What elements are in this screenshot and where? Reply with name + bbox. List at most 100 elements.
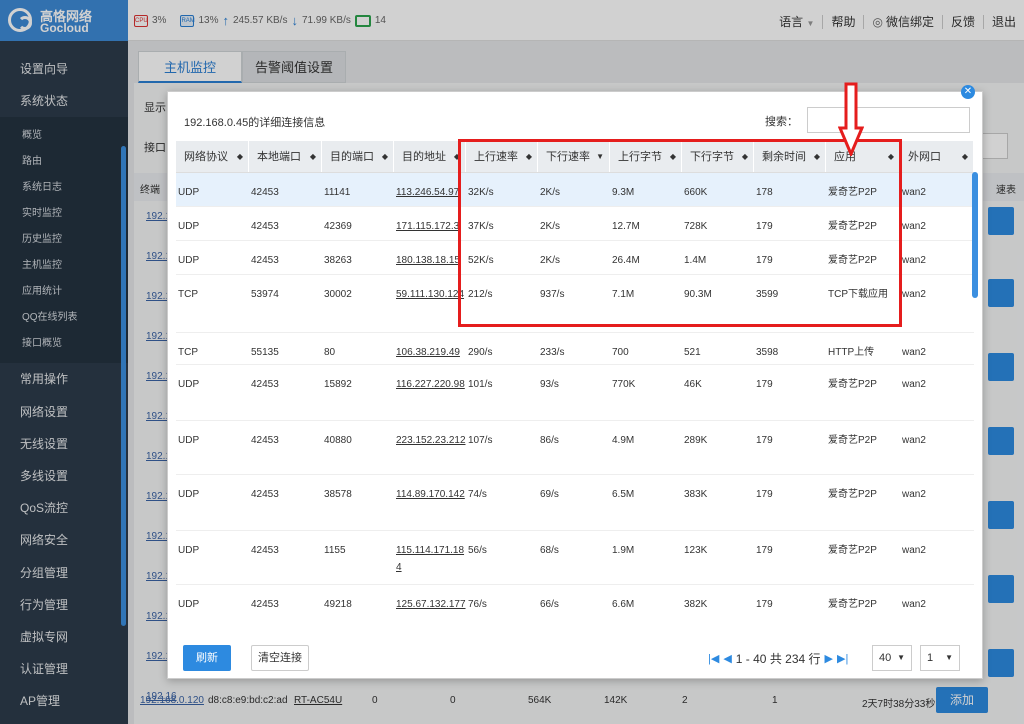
cell-up-bytes: 700	[612, 347, 629, 358]
table-scrollbar[interactable]	[972, 172, 978, 298]
table-row[interactable]: UDP 42453 49218 125.67.132.177 76/s 66/s 6.6M 3…	[176, 585, 974, 635]
cell-wan: wan2	[902, 289, 926, 300]
cell-dest-addr[interactable]: 125.67.132.177	[394, 585, 466, 635]
cell-dest-port: 80	[324, 347, 336, 358]
modal-footer: 刷新 清空连接 |◀ ◀ 1 - 40 共 234 行 ▶ ▶| 40 ▼ 1 ▼	[168, 645, 984, 675]
cell-wan: wan2	[902, 545, 926, 556]
cell-dest-addr[interactable]: 106.38.219.49	[394, 333, 466, 364]
cell-local-port: 55135	[251, 347, 279, 358]
cell-local-port: 42453	[251, 255, 279, 266]
col-dest-port[interactable]: 目的端口 ◆	[322, 141, 394, 172]
col-label: 目的地址	[402, 151, 446, 163]
col-protocol[interactable]: 网络协议 ◆	[176, 141, 249, 172]
connection-detail-modal: ✕ 192.168.0.45的详细连接信息 搜索： 网络协议 ◆ 本地端口 ◆ 目的…	[167, 82, 984, 679]
cell-up-bytes: 4.9M	[612, 435, 635, 446]
cell-local-port: 42453	[251, 599, 279, 610]
col-label: 本地端口	[257, 151, 301, 163]
cell-up-bytes: 6.6M	[612, 599, 635, 610]
clear-connections-button[interactable]: 清空连接	[251, 645, 309, 671]
col-label: 外网口	[908, 151, 941, 163]
col-label: 目的端口	[330, 151, 374, 163]
table-row[interactable]: UDP 42453 38578 114.89.170.142 74/s 69/s 6.5M 3…	[176, 475, 974, 531]
table-row[interactable]: UDP 42453 40880 223.152.23.212 107/s 86/s 4.9M…	[176, 421, 974, 475]
cell-down-bytes: 382K	[684, 599, 708, 610]
cell-up-rate: 101/s	[468, 379, 493, 390]
col-wan[interactable]: 外网口 ◆	[900, 141, 974, 172]
table-row[interactable]: UDP 42453 1155 115.114.171.184 56/s 68/s 1.9M 1…	[176, 531, 974, 585]
cell-dest-addr[interactable]: 223.152.23.212	[394, 421, 466, 474]
page-size-select[interactable]: 40 ▼	[872, 645, 912, 671]
cell-remaining: 3598	[756, 347, 779, 358]
page-value: 1	[927, 652, 934, 664]
cell-down-rate: 93/s	[540, 379, 559, 390]
cell-dest-addr[interactable]: 115.114.171.184	[394, 531, 466, 584]
cell-dest-addr[interactable]: 171.115.172.3	[394, 207, 466, 240]
page-select[interactable]: 1 ▼	[920, 645, 960, 671]
next-page-icon[interactable]: ▶	[825, 652, 833, 665]
cell-dest-port: 11141	[324, 187, 351, 198]
cell-down-bytes: 521	[684, 347, 701, 358]
sort-icon: ◆	[961, 152, 968, 161]
table-row[interactable]: UDP 42453 15892 116.227.220.98 101/s 93/s 770K…	[176, 365, 974, 421]
sort-icon: ◆	[236, 152, 243, 161]
pager-text: 1 - 40 共 234 行	[735, 652, 821, 666]
cell-application: HTTP上传	[828, 347, 875, 358]
cell-dest-port: 30002	[324, 289, 352, 300]
cell-wan: wan2	[902, 599, 926, 610]
cell-wan: wan2	[902, 255, 926, 266]
first-page-icon[interactable]: |◀	[708, 652, 719, 665]
highlight-box	[458, 139, 902, 327]
cell-down-rate: 66/s	[540, 599, 559, 610]
cell-up-rate: 56/s	[468, 545, 487, 556]
chevron-down-icon: ▼	[897, 653, 905, 662]
cell-dest-addr[interactable]: 114.89.170.142	[394, 475, 466, 530]
cell-local-port: 42453	[251, 545, 279, 556]
cell-local-port: 42453	[251, 435, 279, 446]
cell-wan: wan2	[902, 347, 926, 358]
close-icon[interactable]: ✕	[961, 85, 975, 99]
cell-up-rate: 290/s	[468, 347, 493, 358]
cell-application: 爱奇艺P2P	[828, 545, 877, 556]
cell-up-rate: 76/s	[468, 599, 487, 610]
cell-remaining: 179	[756, 435, 773, 446]
last-page-icon[interactable]: ▶|	[837, 652, 848, 665]
cell-protocol: UDP	[178, 489, 200, 500]
cell-remaining: 179	[756, 599, 773, 610]
cell-down-bytes: 289K	[684, 435, 708, 446]
cell-dest-port: 38578	[324, 489, 352, 500]
cell-protocol: UDP	[178, 221, 200, 232]
cell-dest-port: 15892	[324, 379, 352, 390]
cell-down-rate: 68/s	[540, 545, 559, 556]
cell-wan: wan2	[902, 489, 926, 500]
cell-protocol: UDP	[178, 379, 200, 390]
cell-protocol: UDP	[178, 599, 200, 610]
col-local-port[interactable]: 本地端口 ◆	[249, 141, 322, 172]
table-row[interactable]: TCP 55135 80 106.38.219.49 290/s 233/s 700 521 3…	[176, 333, 974, 365]
cell-dest-addr[interactable]: 113.246.54.97	[394, 173, 466, 206]
cell-wan: wan2	[902, 435, 926, 446]
chevron-down-icon: ▼	[945, 653, 953, 662]
cell-up-rate: 74/s	[468, 489, 487, 500]
cell-down-rate: 233/s	[540, 347, 565, 358]
cell-protocol: TCP	[178, 347, 198, 358]
cell-wan: wan2	[902, 221, 926, 232]
cell-dest-addr[interactable]: 116.227.220.98	[394, 365, 466, 420]
modal-title: 192.168.0.45的详细连接信息	[184, 117, 326, 129]
cell-up-bytes: 6.5M	[612, 489, 635, 500]
cell-up-bytes: 1.9M	[612, 545, 635, 556]
cell-down-bytes: 383K	[684, 489, 708, 500]
search-input[interactable]	[807, 107, 970, 133]
cell-down-bytes: 123K	[684, 545, 708, 556]
cell-application: 爱奇艺P2P	[828, 379, 877, 390]
cell-remaining: 179	[756, 489, 773, 500]
cell-dest-addr[interactable]: 59.111.130.124	[394, 275, 466, 332]
cell-down-rate: 69/s	[540, 489, 559, 500]
cell-local-port: 42453	[251, 379, 279, 390]
down-arrow-icon	[838, 82, 864, 156]
prev-page-icon[interactable]: ◀	[723, 652, 731, 665]
sort-icon: ◆	[309, 152, 316, 161]
refresh-button[interactable]: 刷新	[183, 645, 231, 671]
col-dest-addr[interactable]: 目的地址 ◆	[394, 141, 466, 172]
cell-dest-addr[interactable]: 180.138.18.15	[394, 241, 466, 274]
cell-wan: wan2	[902, 187, 926, 198]
